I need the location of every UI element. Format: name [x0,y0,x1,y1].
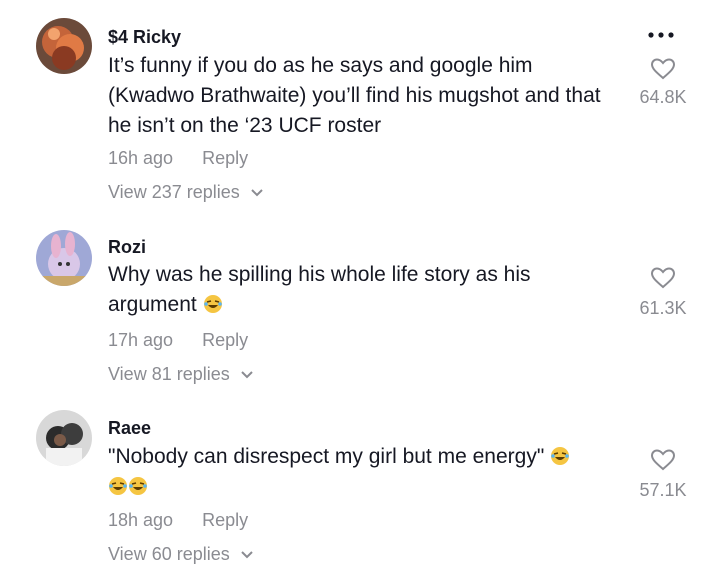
comment-username[interactable]: Raee [108,418,151,439]
comment-timestamp: 16h ago [108,148,174,168]
laughing-emoji-icon [129,477,147,495]
heart-outline-icon[interactable] [650,266,676,290]
reply-button[interactable]: Reply [202,510,248,530]
view-replies-button[interactable]: View 81 replies [108,364,253,385]
laughing-emoji-icon [109,477,127,495]
avatar[interactable] [36,410,92,466]
comment-text: It’s funny if you do as he says and goog… [108,54,601,137]
view-replies-button[interactable]: View 60 replies [108,544,253,565]
comment-timestamp: 17h ago [108,330,174,350]
view-replies-label: View 60 replies [108,544,230,564]
laughing-emoji-icon [203,295,222,313]
chevron-down-icon [251,189,263,197]
avatar[interactable] [36,18,92,74]
chevron-down-icon [241,551,253,559]
comment-meta: 18h ago Reply [108,510,248,531]
view-replies-button[interactable]: View 237 replies [108,182,263,203]
comment-username[interactable]: $4 Ricky [108,27,181,48]
comment-meta: 16h ago Reply [108,148,248,169]
like-count: 57.1K [639,480,687,500]
reply-button[interactable]: Reply [202,330,248,350]
comment-meta: 17h ago Reply [108,330,248,351]
reply-button[interactable]: Reply [202,148,248,168]
comment-text-content: "Nobody can disrespect my girl but me en… [108,445,545,468]
comment-username[interactable]: Rozi [108,237,146,258]
comment-timestamp: 18h ago [108,510,174,530]
like-count: 61.3K [639,298,687,318]
heart-outline-icon[interactable] [650,57,676,81]
heart-outline-icon[interactable] [650,448,676,472]
comment-text-content: Why was he spilling his whole life story… [108,263,531,316]
chevron-down-icon [241,371,253,379]
view-replies-label: View 81 replies [108,364,230,384]
avatar[interactable] [36,230,92,286]
more-options-icon[interactable] [646,30,676,40]
comment-text: "Nobody can disrespect my girl but me en… [108,442,618,502]
comment-text: Why was he spilling his whole life story… [108,260,618,320]
laughing-emoji-icon [551,447,570,465]
like-count: 64.8K [639,87,687,107]
view-replies-label: View 237 replies [108,182,240,202]
